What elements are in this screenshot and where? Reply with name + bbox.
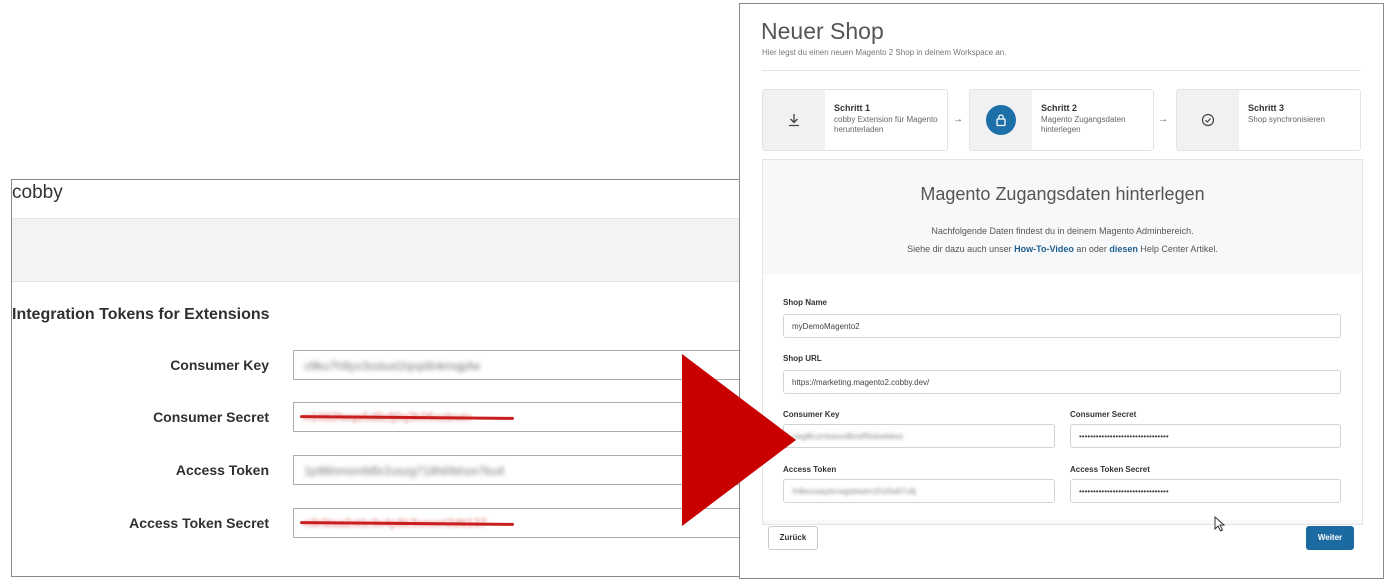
token-row-access-token: Access Token 1p96hmsmfd5r2uszg718hi0bhze… (12, 455, 755, 485)
shop-name-input[interactable]: myDemoMagento2 (783, 314, 1341, 338)
page-subtitle: Hier legst du einen neuen Magento 2 Shop… (762, 48, 1007, 57)
how-to-video-link[interactable]: How-To-Video (1014, 244, 1074, 254)
token-row-consumer-key: Consumer Key v9ku7h9yx3sstuxl2qop8nkmqpf… (12, 350, 755, 380)
step-1[interactable]: Schritt 1 cobby Extension für Magento he… (762, 89, 948, 151)
help-text: an oder (1073, 244, 1110, 254)
shop-url-input[interactable]: https://marketing.magento2.cobby.dev/ (783, 370, 1341, 394)
token-row-consumer-secret: Consumer Secret n1082fwqa5d8cfj0q3k06ozb… (12, 402, 755, 432)
step-3-title: Schritt 3 (1248, 103, 1285, 113)
consumer-key-input[interactable]: cwg8iczmtsexol8xstf5kdxeblesi (783, 424, 1055, 448)
step-2-iconbox (970, 90, 1032, 150)
step-3[interactable]: Schritt 3 Shop synchronisieren (1176, 89, 1361, 151)
access-token-secret-input[interactable]: •••••••••••••••••••••••••••••••• (1070, 479, 1341, 503)
credentials-card: Magento Zugangsdaten hinterlegen Nachfol… (762, 159, 1363, 525)
help-text: Siehe dir dazu auch unser (907, 244, 1015, 254)
help-text: Help Center Artikel. (1137, 244, 1218, 254)
download-icon (763, 90, 825, 150)
access-token-secret-label: Access Token Secret (1070, 465, 1150, 474)
step-2-desc: Magento Zugangsdaten hinterlegen (1041, 115, 1126, 134)
shop-name-label: Shop Name (783, 298, 828, 307)
consumer-secret-label: Consumer Secret (1070, 410, 1137, 419)
access-token-label: Access Token (175, 462, 269, 478)
consumer-key-label: Consumer Key (170, 357, 269, 373)
access-token-value: 1p96hmsmfd5r2uszg718hi0bhze7ku4 (304, 464, 505, 478)
access-token-input[interactable]: rh8esxwqzkcwgsbtwtrn2h26a97uftj (783, 479, 1055, 503)
consumer-key-value: v9ku7h9yx3sstuxl2qop8nkmqpfw (304, 359, 481, 373)
next-button[interactable]: Weiter (1306, 526, 1354, 550)
step-arrow: → (953, 114, 963, 125)
red-arrow-icon (682, 354, 796, 526)
consumer-secret-label: Consumer Secret (153, 409, 269, 425)
help-center-link[interactable]: diesen (1109, 244, 1138, 254)
lock-icon (986, 105, 1016, 135)
step-2-title: Schritt 2 (1041, 103, 1078, 113)
divider (762, 70, 1361, 71)
access-token-secret-label: Access Token Secret (129, 515, 269, 531)
card-form: Shop Name myDemoMagento2 Shop URL https:… (763, 274, 1362, 520)
step-2[interactable]: Schritt 2 Magento Zugangsdaten hinterleg… (969, 89, 1154, 151)
page-title: Neuer Shop (761, 18, 884, 44)
step-1-title: Schritt 1 (834, 103, 871, 113)
card-header: Magento Zugangsdaten hinterlegen Nachfol… (763, 160, 1362, 274)
card-heading: Magento Zugangsdaten hinterlegen (920, 184, 1205, 204)
card-help-line: Siehe dir dazu auch unser How-To-Video a… (763, 244, 1362, 254)
back-button[interactable]: Zurück (768, 526, 818, 550)
section-title: Integration Tokens for Extensions (12, 306, 270, 323)
check-circle-icon (1177, 90, 1239, 150)
consumer-key-value: cwg8iczmtsexol8xstf5kdxeblesi (792, 432, 903, 441)
step-3-desc: Shop synchronisieren (1248, 115, 1325, 124)
step-arrow: → (1158, 114, 1168, 125)
toolbar-band (12, 219, 755, 282)
new-shop-dialog: Neuer Shop Hier legst du einen neuen Mag… (739, 3, 1384, 579)
card-intro: Nachfolgende Daten findest du in deinem … (931, 226, 1194, 236)
token-row-access-token-secret: Access Token Secret n3r3tsa2ot1r3x4p8k3w… (12, 508, 755, 538)
consumer-secret-input[interactable]: •••••••••••••••••••••••••••••••• (1070, 424, 1341, 448)
step-1-desc: cobby Extension für Magento herunterlade… (834, 115, 938, 134)
mouse-cursor-icon (1214, 515, 1226, 537)
magento-admin-panel: cobby Integration Tokens for Extensions … (11, 179, 756, 577)
access-token-value: rh8esxwqzkcwgsbtwtrn2h26a97uftj (792, 487, 917, 496)
admin-brand-title: cobby (12, 182, 63, 203)
